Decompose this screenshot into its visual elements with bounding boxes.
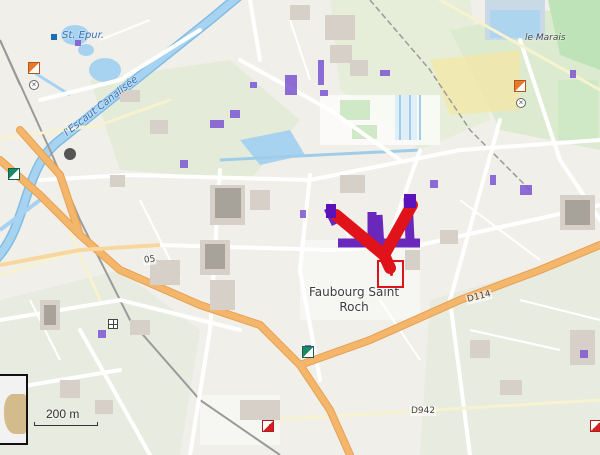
map-tiles [0,0,600,455]
poi-green-icon [8,168,20,180]
scale-bar: 200 m [34,406,98,426]
minimap-thumbnail[interactable] [0,374,28,445]
scale-text: 200 m [46,407,80,421]
poi-green-icon-2 [302,346,314,358]
poi-x-circle-icon-2: × [516,98,526,108]
scale-line [34,422,98,426]
poi-x-circle-icon: × [29,80,39,90]
map-canvas[interactable]: Faubourg Saint Roch St. Epur. le Marais … [0,0,600,455]
poi-red-icon-2 [590,420,600,432]
marker-dot [390,273,393,276]
poi-grid-icon [108,319,118,329]
minimap-terrain [4,394,26,434]
poi-orange-icon-2 [514,80,526,92]
location-marker-icon[interactable] [377,260,404,288]
water-works-icon [51,34,57,40]
poi-dark-circle-icon [64,148,76,160]
poi-red-icon [262,420,274,432]
poi-orange-icon [28,62,40,74]
